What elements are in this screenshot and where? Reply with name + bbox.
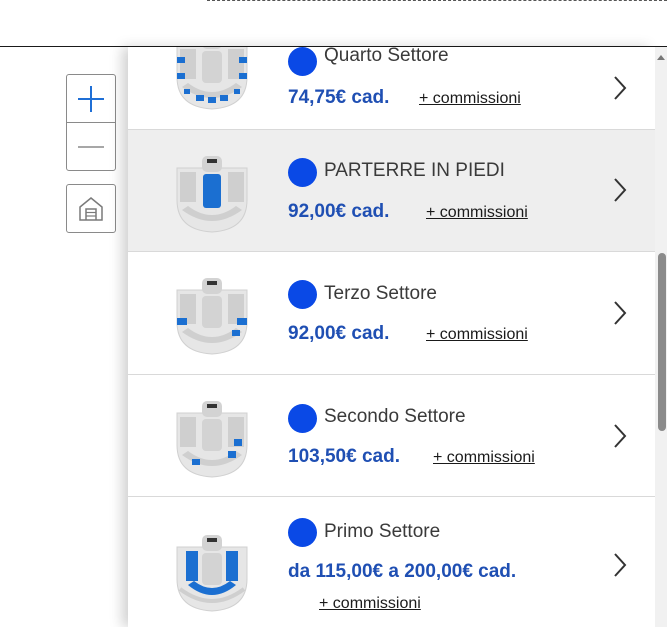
scrollbar[interactable] (655, 47, 667, 627)
sector-price: 92,00€ cad. (288, 201, 390, 222)
sector-name: Primo Settore (324, 521, 441, 542)
commission-link[interactable]: + commissioni (426, 204, 528, 222)
sector-price: da 115,00€ a 200,00€ cad. (288, 561, 517, 582)
commission-link[interactable]: + commissioni (426, 326, 528, 344)
venue-map-thumbnail (176, 535, 248, 612)
sector-color-dot (288, 47, 317, 76)
sector-row[interactable]: Secondo Settore 103,50€ cad. + commissio… (128, 375, 655, 497)
commission-link[interactable]: + commissioni (433, 449, 535, 467)
chevron-right-icon (614, 178, 627, 202)
chevron-right-icon (614, 553, 627, 577)
home-icon (79, 196, 103, 221)
zoom-in-button[interactable] (67, 75, 115, 123)
sector-row[interactable]: Quarto Settore 74,75€ cad. + commissioni (128, 47, 655, 130)
plus-icon (78, 85, 104, 112)
sector-name: PARTERRE IN PIEDI (324, 160, 505, 181)
scrollbar-thumb[interactable] (658, 253, 666, 431)
sector-name: Quarto Settore (324, 47, 449, 66)
sector-price: 103,50€ cad. (288, 446, 400, 467)
reset-view-button[interactable] (66, 184, 116, 233)
venue-map-thumbnail (176, 401, 248, 478)
sector-name: Terzo Settore (324, 283, 437, 304)
top-divider (207, 0, 667, 1)
sector-row[interactable]: Primo Settore da 115,00€ a 200,00€ cad. … (128, 497, 655, 627)
chevron-right-icon (614, 424, 627, 448)
minus-icon (78, 146, 104, 148)
venue-map-thumbnail (176, 278, 248, 355)
chevron-right-icon (614, 301, 627, 325)
commission-link[interactable]: + commissioni (319, 595, 421, 613)
sector-name: Secondo Settore (324, 406, 466, 427)
zoom-out-button[interactable] (67, 123, 115, 171)
sector-color-dot (288, 518, 317, 547)
sector-color-dot (288, 158, 317, 187)
commission-link[interactable]: + commissioni (419, 90, 521, 108)
top-bar (0, 0, 667, 47)
sector-color-dot (288, 280, 317, 309)
venue-map-thumbnail (176, 47, 248, 110)
venue-map-thumbnail (176, 156, 248, 233)
sector-color-dot (288, 404, 317, 433)
sector-price: 74,75€ cad. (288, 87, 390, 108)
scroll-up-icon[interactable] (657, 55, 665, 60)
sector-list: Quarto Settore 74,75€ cad. + commissioni… (128, 47, 655, 627)
sector-row[interactable]: PARTERRE IN PIEDI 92,00€ cad. + commissi… (128, 130, 655, 252)
sector-row[interactable]: Terzo Settore 92,00€ cad. + commissioni (128, 252, 655, 375)
chevron-right-icon (614, 76, 627, 100)
seat-selection-screen: Quarto Settore 74,75€ cad. + commissioni… (0, 0, 667, 627)
sector-price: 92,00€ cad. (288, 323, 390, 344)
map-zoom-controls (66, 74, 116, 171)
